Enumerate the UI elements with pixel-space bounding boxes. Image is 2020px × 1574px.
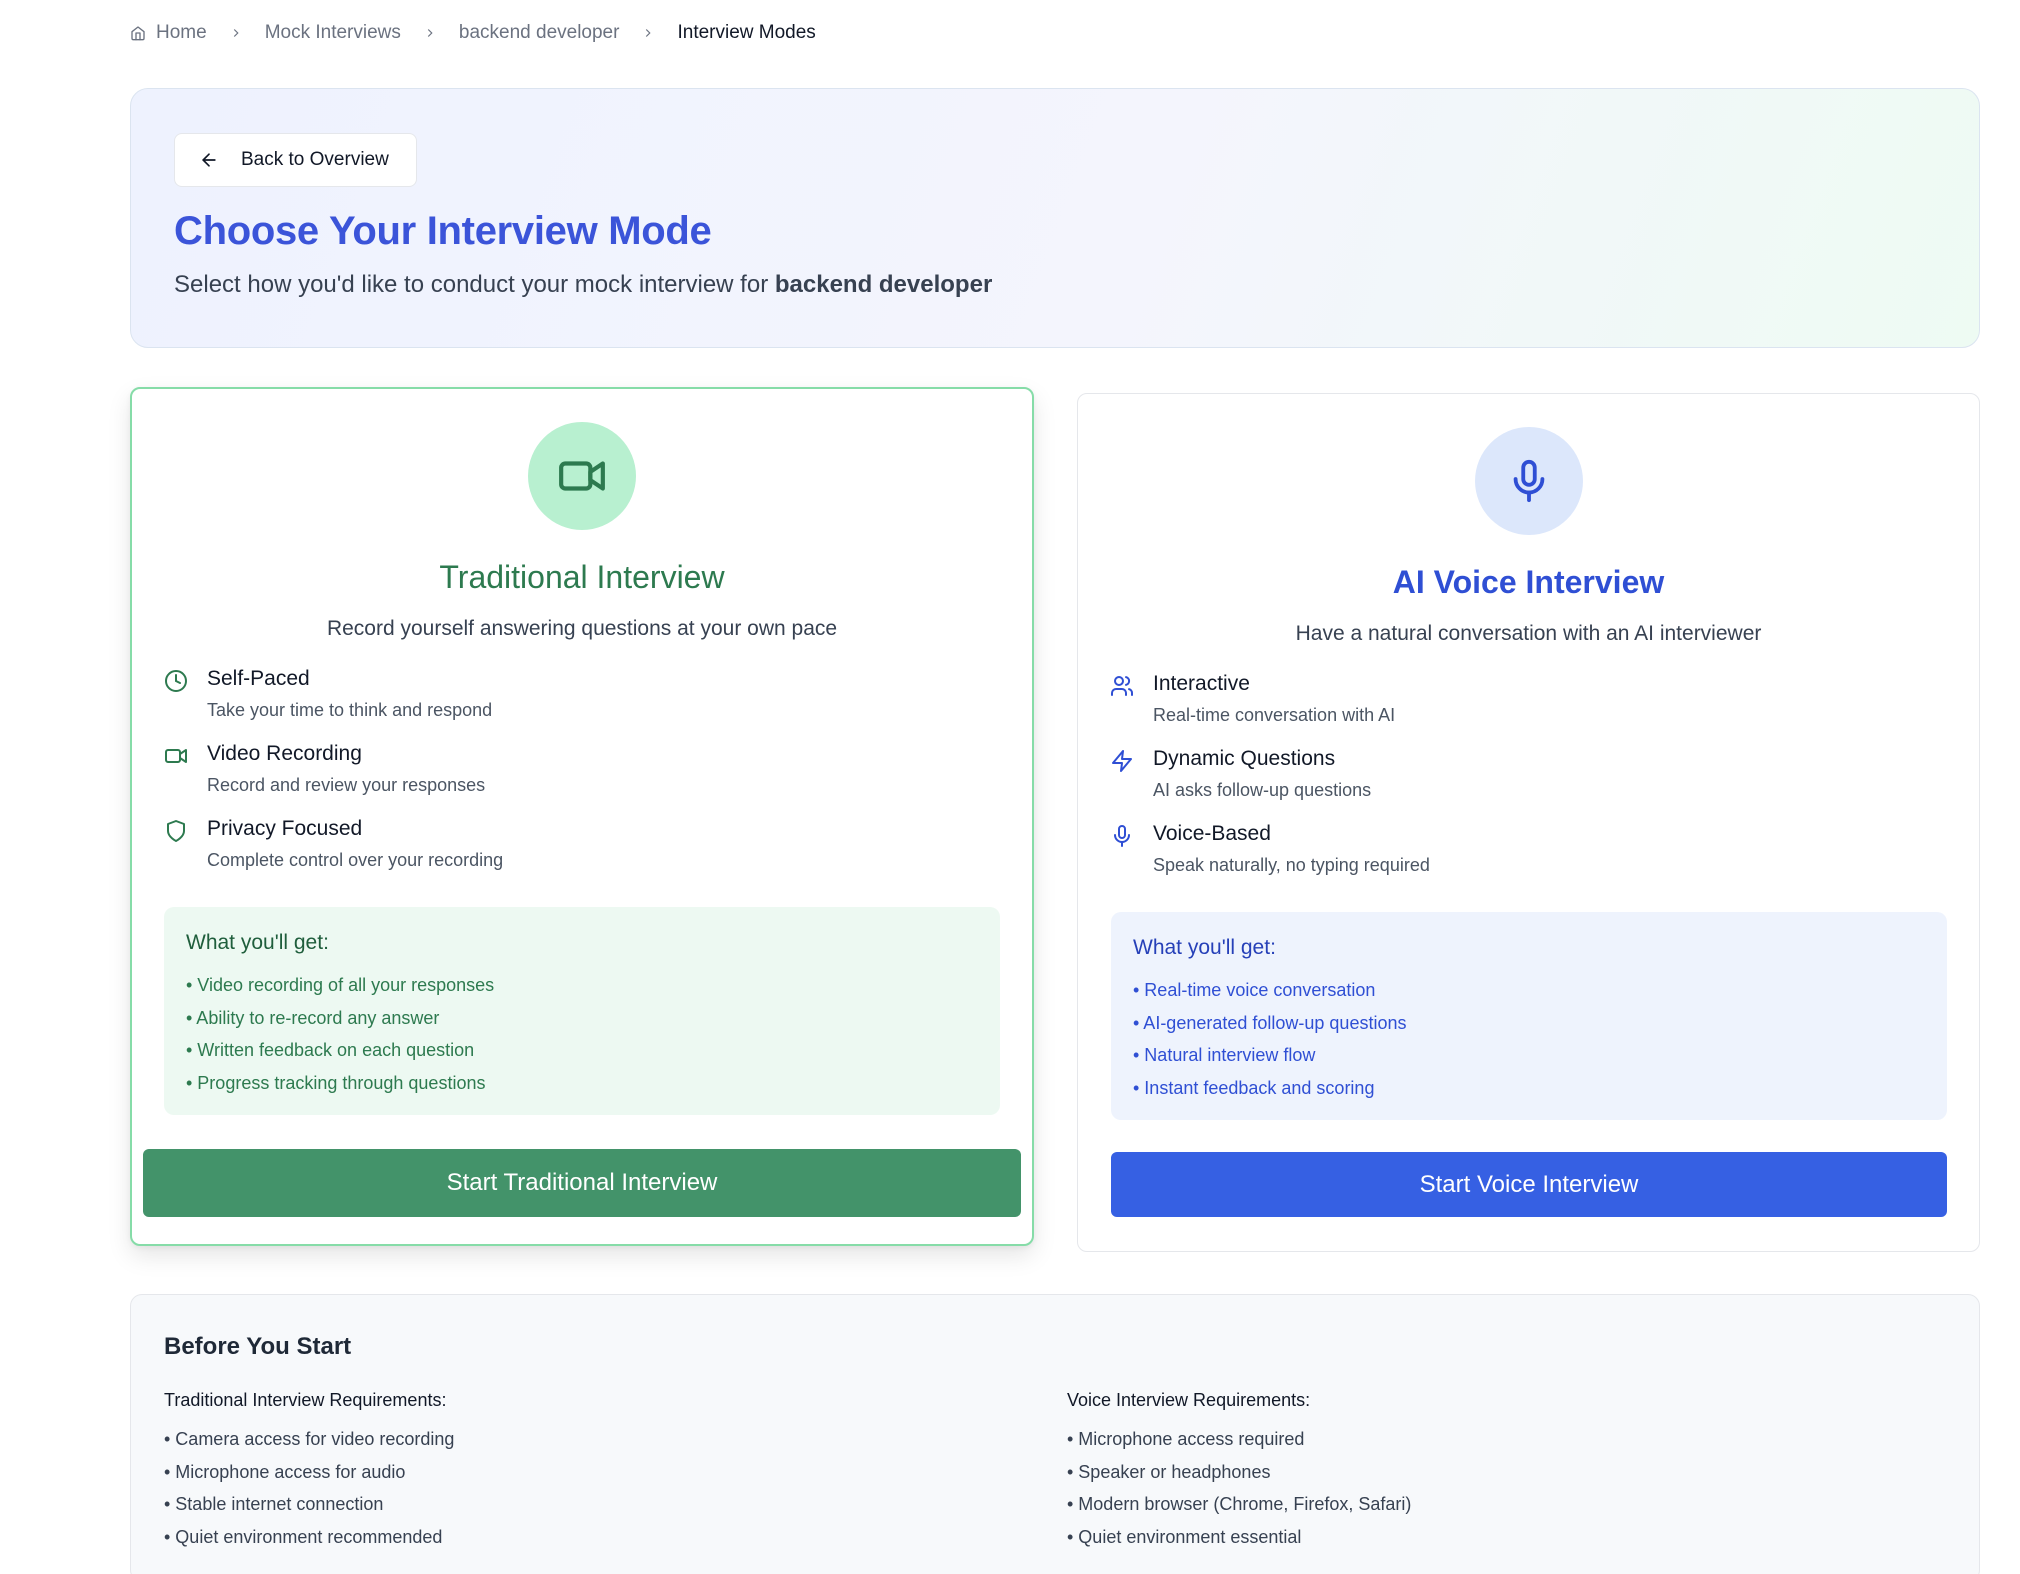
arrow-left-icon <box>202 153 216 167</box>
traditional-title: Traditional Interview <box>439 559 725 595</box>
list-item: • Real-time voice conversation <box>1133 980 1376 1000</box>
list-item: • Stable internet connection <box>164 1494 384 1514</box>
list-item: • AI-generated follow-up questions <box>1133 1012 1407 1033</box>
back-to-overview-button[interactable]: Back to Overview <box>174 133 417 187</box>
breadcrumb: Home Mock Interviews backend developer I… <box>130 20 816 46</box>
chevron-right-icon <box>229 26 243 40</box>
traditional-features: Self-Paced Take your time to think and r… <box>164 666 503 891</box>
feature-desc: Take your time to think and respond <box>207 700 493 720</box>
clock-icon <box>165 670 187 692</box>
benefits-title: What you'll get: <box>186 931 329 954</box>
voice-interview-card[interactable]: AI Voice Interview Have a natural conver… <box>1077 393 1980 1252</box>
breadcrumb-home-label: Home <box>156 22 207 43</box>
lightning-icon <box>1112 750 1132 772</box>
traditional-interview-card[interactable]: Traditional Interview Record yourself an… <box>130 387 1034 1246</box>
page-subtitle: Select how you'd like to conduct your mo… <box>174 271 992 299</box>
page-title: Choose Your Interview Mode <box>174 209 712 253</box>
feature-self-paced: Self-Paced Take your time to think and r… <box>164 666 503 741</box>
list-item: • Natural interview flow <box>1133 1045 1316 1065</box>
start-traditional-interview-button[interactable]: Start Traditional Interview <box>143 1149 1021 1217</box>
feature-title: Dynamic Questions <box>1153 747 1336 770</box>
requirements-heading: Traditional Interview Requirements: <box>164 1390 447 1410</box>
benefits-title: What you'll get: <box>1133 936 1276 959</box>
feature-title: Self-Paced <box>207 667 310 690</box>
list-item: • Speaker or headphones <box>1067 1461 1271 1482</box>
list-item: • Progress tracking through questions <box>186 1072 486 1093</box>
breadcrumb-current: Interview Modes <box>677 22 816 43</box>
users-icon <box>1111 676 1134 696</box>
breadcrumb-role[interactable]: backend developer <box>459 22 620 44</box>
list-item: • Microphone access required <box>1067 1429 1305 1449</box>
voice-benefits: What you'll get: • Real-time voice conve… <box>1111 912 1947 1120</box>
list-item: • Ability to re-record any answer <box>186 1007 440 1028</box>
feature-voice-based: Voice-Based Speak naturally, no typing r… <box>1110 821 1430 896</box>
chevron-right-icon <box>423 26 437 40</box>
list-item: • Camera access for video recording <box>164 1429 455 1449</box>
chevron-right-icon <box>641 26 655 40</box>
breadcrumb-home[interactable]: Home <box>130 22 207 44</box>
before-you-start-title: Before You Start <box>164 1333 352 1360</box>
list-item: • Instant feedback and scoring <box>1133 1077 1375 1098</box>
requirements-heading: Voice Interview Requirements: <box>1067 1390 1311 1410</box>
feature-title: Voice-Based <box>1153 822 1271 845</box>
breadcrumb-mock-interviews[interactable]: Mock Interviews <box>265 22 401 44</box>
list-item: • Quiet environment essential <box>1067 1526 1302 1547</box>
microphone-icon <box>1475 427 1583 535</box>
microphone-icon <box>1114 825 1130 847</box>
feature-title: Interactive <box>1153 672 1250 695</box>
feature-title: Privacy Focused <box>207 817 363 840</box>
voice-requirements: Voice Interview Requirements: • Micropho… <box>1067 1390 1411 1553</box>
voice-features: Interactive Real-time conversation with … <box>1110 671 1430 896</box>
list-item: • Quiet environment recommended <box>164 1526 443 1547</box>
video-icon <box>165 749 187 763</box>
page-subtitle-role: backend developer <box>774 271 993 298</box>
hero-panel: Back to Overview Choose Your Interview M… <box>130 88 1980 348</box>
home-icon <box>131 26 145 41</box>
feature-dynamic-questions: Dynamic Questions AI asks follow-up ques… <box>1110 746 1430 821</box>
feature-desc: AI asks follow-up questions <box>1153 780 1372 800</box>
back-to-overview-label: Back to Overview <box>241 149 389 170</box>
feature-privacy-focused: Privacy Focused Complete control over yo… <box>164 816 503 891</box>
list-item: • Written feedback on each question <box>186 1040 475 1060</box>
start-voice-interview-button[interactable]: Start Voice Interview <box>1111 1152 1947 1217</box>
before-you-start-panel: Before You Start Traditional Interview R… <box>130 1294 1980 1574</box>
list-item: • Modern browser (Chrome, Firefox, Safar… <box>1067 1494 1412 1514</box>
feature-desc: Record and review your responses <box>207 775 486 795</box>
feature-interactive: Interactive Real-time conversation with … <box>1110 671 1430 746</box>
feature-video-recording: Video Recording Record and review your r… <box>164 741 503 816</box>
voice-description: Have a natural conversation with an AI i… <box>1295 622 1762 645</box>
traditional-description: Record yourself answering questions at y… <box>326 617 838 640</box>
shield-icon <box>167 820 185 842</box>
traditional-benefits: What you'll get: • Video recording of al… <box>164 907 1000 1115</box>
voice-title: AI Voice Interview <box>1392 564 1665 600</box>
feature-desc: Real-time conversation with AI <box>1153 705 1396 725</box>
list-item: • Microphone access for audio <box>164 1461 406 1482</box>
page-subtitle-text: Select how you'd like to conduct your mo… <box>174 271 775 298</box>
video-camera-icon <box>528 422 636 530</box>
feature-desc: Complete control over your recording <box>207 850 504 870</box>
traditional-requirements: Traditional Interview Requirements: • Ca… <box>164 1390 454 1553</box>
feature-desc: Speak naturally, no typing required <box>1153 855 1430 875</box>
list-item: • Video recording of all your responses <box>186 975 495 995</box>
feature-title: Video Recording <box>207 742 362 765</box>
